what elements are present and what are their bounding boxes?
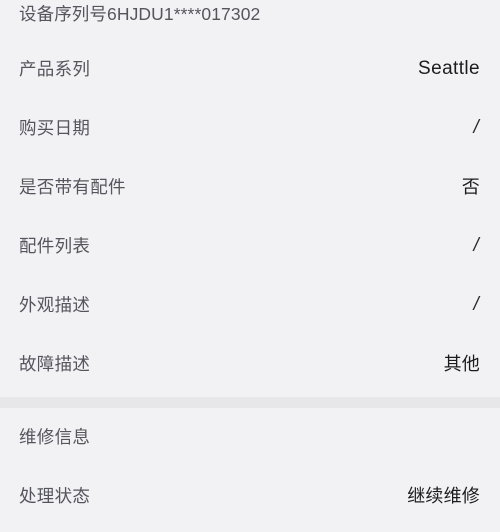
repair-detail-screen: 设备序列号6HJDU1****017302 产品系列 Seattle 购买日期 …	[0, 0, 500, 532]
repair-info-heading: 维修信息	[19, 427, 91, 447]
device-info-card: 设备序列号6HJDU1****017302 产品系列 Seattle 购买日期 …	[0, 0, 500, 397]
row-processing-status[interactable]: 处理状态 继续维修	[0, 467, 500, 526]
repair-info-card: 维修信息 处理状态 继续维修	[0, 408, 500, 526]
row-purchase-date[interactable]: 购买日期 /	[0, 99, 500, 158]
row-appearance-description[interactable]: 外观描述 /	[0, 276, 500, 335]
product-series-label: 产品系列	[19, 59, 91, 79]
purchase-date-label: 购买日期	[19, 118, 91, 138]
has-accessories-label: 是否带有配件	[19, 177, 126, 197]
processing-status-label: 处理状态	[19, 486, 91, 506]
purchase-date-value: /	[473, 117, 479, 139]
serial-number-label: 设备序列号6HJDU1****017302	[19, 4, 261, 24]
row-accessory-list[interactable]: 配件列表 /	[0, 217, 500, 276]
repair-info-heading-row: 维修信息	[0, 408, 500, 467]
accessory-list-label: 配件列表	[19, 236, 91, 256]
appearance-description-value: /	[473, 294, 479, 316]
fault-description-value: 其他	[443, 353, 480, 374]
processing-status-value: 继续维修	[407, 485, 480, 506]
row-product-series[interactable]: 产品系列 Seattle	[0, 40, 500, 99]
row-fault-description[interactable]: 故障描述 其他	[0, 335, 500, 394]
appearance-description-label: 外观描述	[19, 295, 91, 315]
section-divider	[0, 397, 500, 408]
has-accessories-value: 否	[461, 176, 480, 197]
accessory-list-value: /	[473, 235, 479, 257]
fault-description-label: 故障描述	[19, 354, 91, 374]
product-series-value: Seattle	[418, 58, 480, 80]
row-serial-number[interactable]: 设备序列号6HJDU1****017302	[0, 0, 500, 40]
row-has-accessories[interactable]: 是否带有配件 否	[0, 158, 500, 217]
